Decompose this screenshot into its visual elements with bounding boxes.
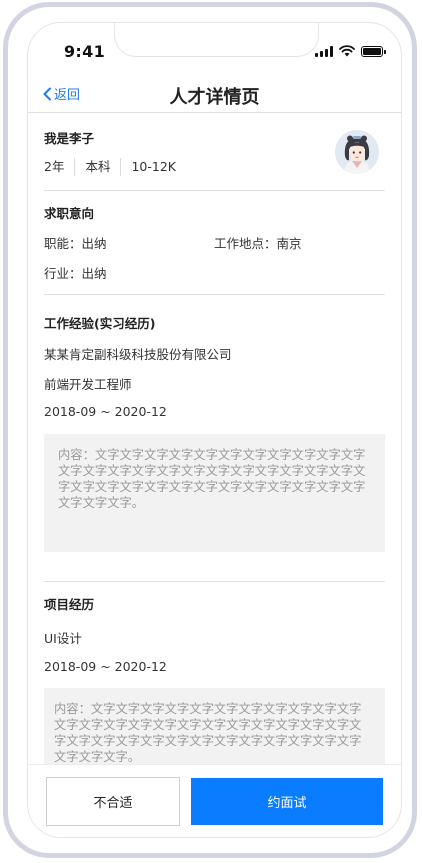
candidate-name: 我是李子 bbox=[44, 131, 95, 146]
salary-tag: 10-12K bbox=[120, 158, 186, 176]
status-icons bbox=[315, 45, 386, 57]
wifi-icon bbox=[339, 45, 355, 57]
education-tag: 本科 bbox=[74, 158, 120, 176]
job-intent-title: 求职意向 bbox=[44, 206, 95, 221]
project-period: 2018-09 ~ 2020-12 bbox=[44, 659, 167, 674]
page-title: 人才详情页 bbox=[169, 87, 260, 108]
reject-button[interactable]: 不合适 bbox=[46, 777, 180, 826]
avatar bbox=[335, 130, 379, 174]
job-function: 职能：出纳 bbox=[44, 236, 107, 251]
job-position: 前端开发工程师 bbox=[44, 377, 132, 392]
profile-tags: 2年 本科 10-12K bbox=[44, 158, 186, 176]
work-location: 工作地点：南京 bbox=[214, 236, 302, 251]
battery-icon bbox=[361, 45, 386, 57]
status-time: 9:41 bbox=[64, 42, 105, 61]
phone-screen: 9:41 返回 人才详情页 我是李子 2年 本科 10-12K 求职意向 职能：… bbox=[27, 22, 402, 838]
industry: 行业：出纳 bbox=[44, 266, 107, 281]
action-bar: 不合适 约面试 bbox=[28, 764, 401, 837]
phone-frame: 9:41 返回 人才详情页 我是李子 2年 本科 10-12K 求职意向 职能：… bbox=[3, 2, 417, 858]
schedule-interview-button[interactable]: 约面试 bbox=[191, 778, 383, 825]
work-period: 2018-09 ~ 2020-12 bbox=[44, 404, 167, 419]
experience-tag: 2年 bbox=[44, 159, 65, 174]
signal-icon bbox=[315, 45, 333, 57]
notch bbox=[114, 23, 319, 57]
detail-content[interactable]: 我是李子 2年 本科 10-12K 求职意向 职能：出纳 工作地点：南京 行业：… bbox=[28, 114, 401, 764]
project-experience-section: 项目经历 UI设计 2018-09 ~ 2020-12 内容：文字文字文字文字文… bbox=[28, 582, 401, 764]
profile-section: 我是李子 2年 本科 10-12K bbox=[28, 114, 401, 190]
nav-bar: 返回 人才详情页 bbox=[28, 75, 401, 113]
work-experience-section: 工作经验(实习经历) 某某肯定副科级科技股份有限公司 前端开发工程师 2018-… bbox=[28, 295, 401, 581]
work-experience-title: 工作经验(实习经历) bbox=[44, 316, 156, 331]
status-bar: 9:41 bbox=[28, 23, 401, 75]
project-title: 项目经历 bbox=[44, 597, 95, 612]
project-name: UI设计 bbox=[44, 631, 82, 646]
project-description: 内容：文字文字文字文字文字文字文字文字文字文字文字文字文字文字文字文字文字文字文… bbox=[44, 688, 385, 764]
job-intent-section: 求职意向 职能：出纳 工作地点：南京 行业：出纳 bbox=[28, 191, 401, 294]
work-description: 内容：文字文字文字文字文字文字文字文字文字文字文字文字文字文字文字文字文字文字文… bbox=[44, 434, 385, 552]
company-name: 某某肯定副科级科技股份有限公司 bbox=[44, 347, 232, 362]
